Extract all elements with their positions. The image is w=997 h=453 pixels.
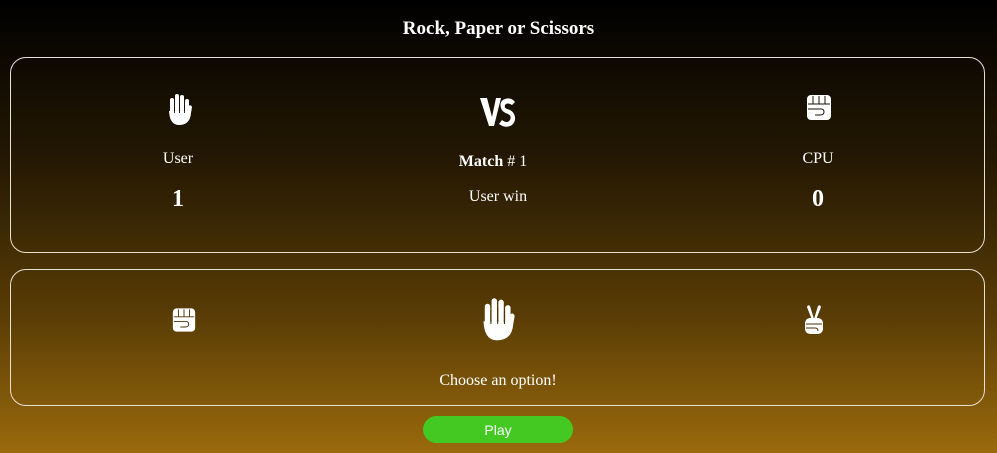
rock-fist-icon <box>805 94 833 122</box>
choose-prompt: Choose an option! <box>439 372 557 389</box>
match-number: # 1 <box>507 153 528 170</box>
match-label: Match <box>458 153 504 170</box>
user-label: User <box>162 150 194 167</box>
paper-hand-icon <box>165 93 193 127</box>
options-panel: Choose an option! <box>10 269 985 406</box>
scoreboard-panel: User 1 Match # 1 User win CPU 0 <box>10 57 985 253</box>
vs-icon <box>479 96 517 128</box>
paper-option-icon[interactable] <box>478 296 516 344</box>
match-counter: Match # 1 <box>459 153 527 171</box>
cpu-label: CPU <box>802 150 834 167</box>
user-score: 1 <box>172 186 184 212</box>
match-result: User win <box>468 188 528 205</box>
scissors-option-icon[interactable] <box>803 304 825 336</box>
rock-option-icon[interactable] <box>171 307 197 334</box>
page-title: Rock, Paper or Scissors <box>402 18 595 39</box>
cpu-score: 0 <box>812 186 824 212</box>
play-button[interactable]: Play <box>423 416 573 443</box>
